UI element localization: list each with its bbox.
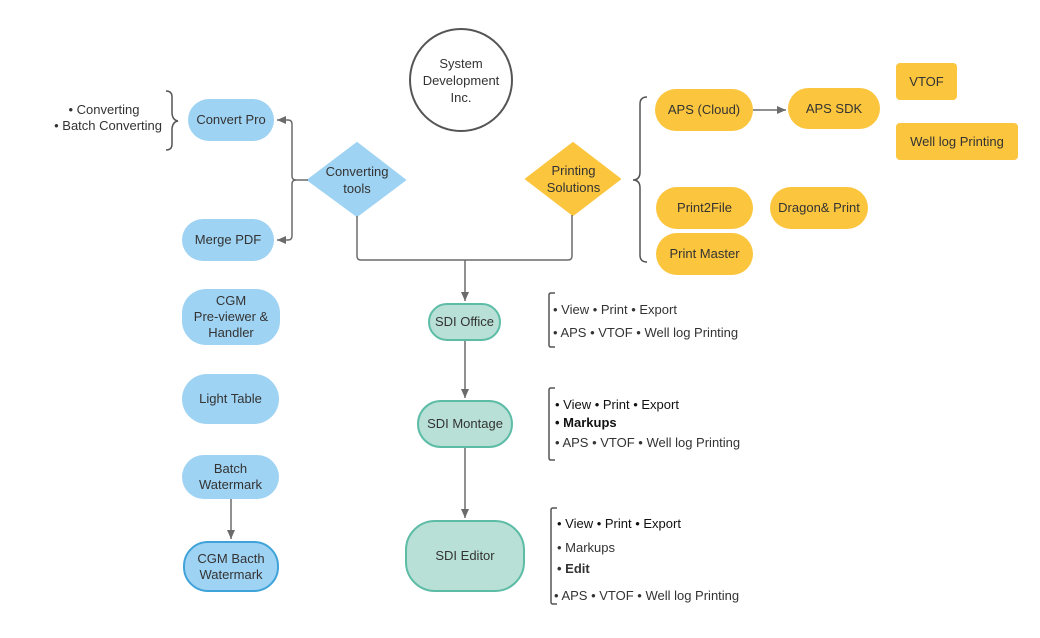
convert-pro-brace bbox=[165, 90, 179, 151]
company-line2: Development bbox=[422, 72, 500, 88]
sdi-editor-feature: • View • Print • Export bbox=[557, 516, 681, 531]
sdi-editor-label: SDI Editor bbox=[435, 548, 495, 563]
converting-tools-line2: tools bbox=[343, 181, 371, 196]
sdi-montage-label: SDI Montage bbox=[427, 416, 503, 431]
cgm-batch-watermark-line2: Watermark bbox=[199, 566, 263, 582]
sdi-office-label: SDI Office bbox=[434, 314, 494, 329]
sdi-montage-node[interactable]: SDI Montage bbox=[417, 400, 513, 448]
vtof-node[interactable]: VTOF bbox=[896, 63, 957, 100]
sdi-editor-feature-edit: • Edit bbox=[557, 561, 590, 576]
well-log-printing-label: Well log Printing bbox=[910, 133, 1004, 149]
cgm-previewer-line1: CGM bbox=[215, 293, 247, 308]
printing-solutions-line2: Solutions bbox=[546, 180, 601, 195]
light-table-label: Light Table bbox=[199, 391, 262, 406]
light-table-node[interactable]: Light Table bbox=[182, 374, 279, 424]
cgm-batch-watermark-node[interactable]: CGM Bacth Watermark bbox=[183, 541, 279, 592]
sdi-office-feature: • View • Print • Export bbox=[553, 302, 677, 317]
sdi-editor-features: • View • Print • Export • Markups • Edit… bbox=[554, 516, 740, 604]
print-master-label: Print Master bbox=[669, 246, 740, 261]
sdi-editor-feature-markups: • Markups bbox=[557, 540, 616, 555]
sdi-editor-feature: • APS • VTOF • Well log Printing bbox=[554, 588, 740, 603]
company-line3: Inc. bbox=[450, 89, 472, 105]
print2file-node[interactable]: Print2File bbox=[656, 187, 753, 229]
sdi-montage-feature-markups: • Markups bbox=[555, 415, 617, 430]
convert-pro-label: Convert Pro bbox=[196, 112, 266, 127]
vtof-label: VTOF bbox=[909, 73, 944, 89]
batch-watermark-line2: Watermark bbox=[198, 477, 263, 492]
batch-watermark-node[interactable]: Batch Watermark bbox=[182, 455, 279, 499]
sdi-office-node[interactable]: SDI Office bbox=[428, 303, 501, 341]
connector-converting-to-convert-pro bbox=[277, 116, 308, 181]
convert-pro-node[interactable]: Convert Pro bbox=[188, 99, 274, 141]
company-label: System Development Inc. bbox=[411, 48, 511, 112]
company-line1: System bbox=[439, 55, 483, 71]
aps-cloud-node[interactable]: APS (Cloud) bbox=[655, 89, 753, 131]
aps-sdk-node[interactable]: APS SDK bbox=[788, 88, 880, 129]
cgm-previewer-line2: Pre-viewer & bbox=[193, 309, 269, 324]
print2file-label: Print2File bbox=[677, 200, 732, 215]
cgm-previewer-line3: Handler bbox=[208, 325, 254, 340]
converting-tools-line1: Converting bbox=[325, 164, 389, 179]
printing-solutions-line1: Printing bbox=[551, 163, 596, 178]
dragon-print-node[interactable]: Dragon& Print bbox=[770, 187, 868, 229]
aps-sdk-label: APS SDK bbox=[805, 100, 863, 116]
printing-solutions-brace bbox=[632, 96, 648, 263]
sdi-montage-feature: • View • Print • Export bbox=[555, 397, 679, 412]
well-log-printing-node[interactable]: Well log Printing bbox=[896, 123, 1018, 160]
merge-pdf-label: Merge PDF bbox=[194, 232, 262, 247]
printing-solutions-label: Printing Solutions bbox=[526, 162, 621, 196]
dragon-print-label: Dragon& Print bbox=[778, 200, 860, 215]
cgm-previewer-node[interactable]: CGM Pre-viewer & Handler bbox=[182, 289, 280, 345]
sdi-montage-feature: • APS • VTOF • Well log Printing bbox=[555, 435, 741, 450]
cgm-batch-watermark-line1: CGM Bacth bbox=[197, 550, 265, 566]
sdi-editor-node[interactable]: SDI Editor bbox=[405, 520, 525, 592]
sdi-montage-features: • View • Print • Export • Markups • APS … bbox=[555, 397, 740, 451]
batch-watermark-line1: Batch bbox=[213, 461, 248, 476]
print-master-node[interactable]: Print Master bbox=[656, 233, 753, 275]
connector-converting-to-sdi-office bbox=[356, 215, 573, 261]
connector-converting-to-merge-pdf bbox=[277, 179, 297, 244]
sdi-office-features: • View • Print • Export • APS • VTOF • W… bbox=[553, 302, 738, 341]
merge-pdf-node[interactable]: Merge PDF bbox=[182, 219, 274, 261]
sdi-office-feature: • APS • VTOF • Well log Printing bbox=[553, 325, 739, 340]
converting-tools-label: Converting tools bbox=[308, 163, 406, 197]
feature-converting: • Converting bbox=[68, 102, 140, 117]
feature-batch-converting: • Batch Converting bbox=[54, 118, 162, 133]
aps-cloud-label: APS (Cloud) bbox=[667, 102, 741, 117]
convert-pro-features: • Converting • Batch Converting bbox=[50, 102, 162, 134]
